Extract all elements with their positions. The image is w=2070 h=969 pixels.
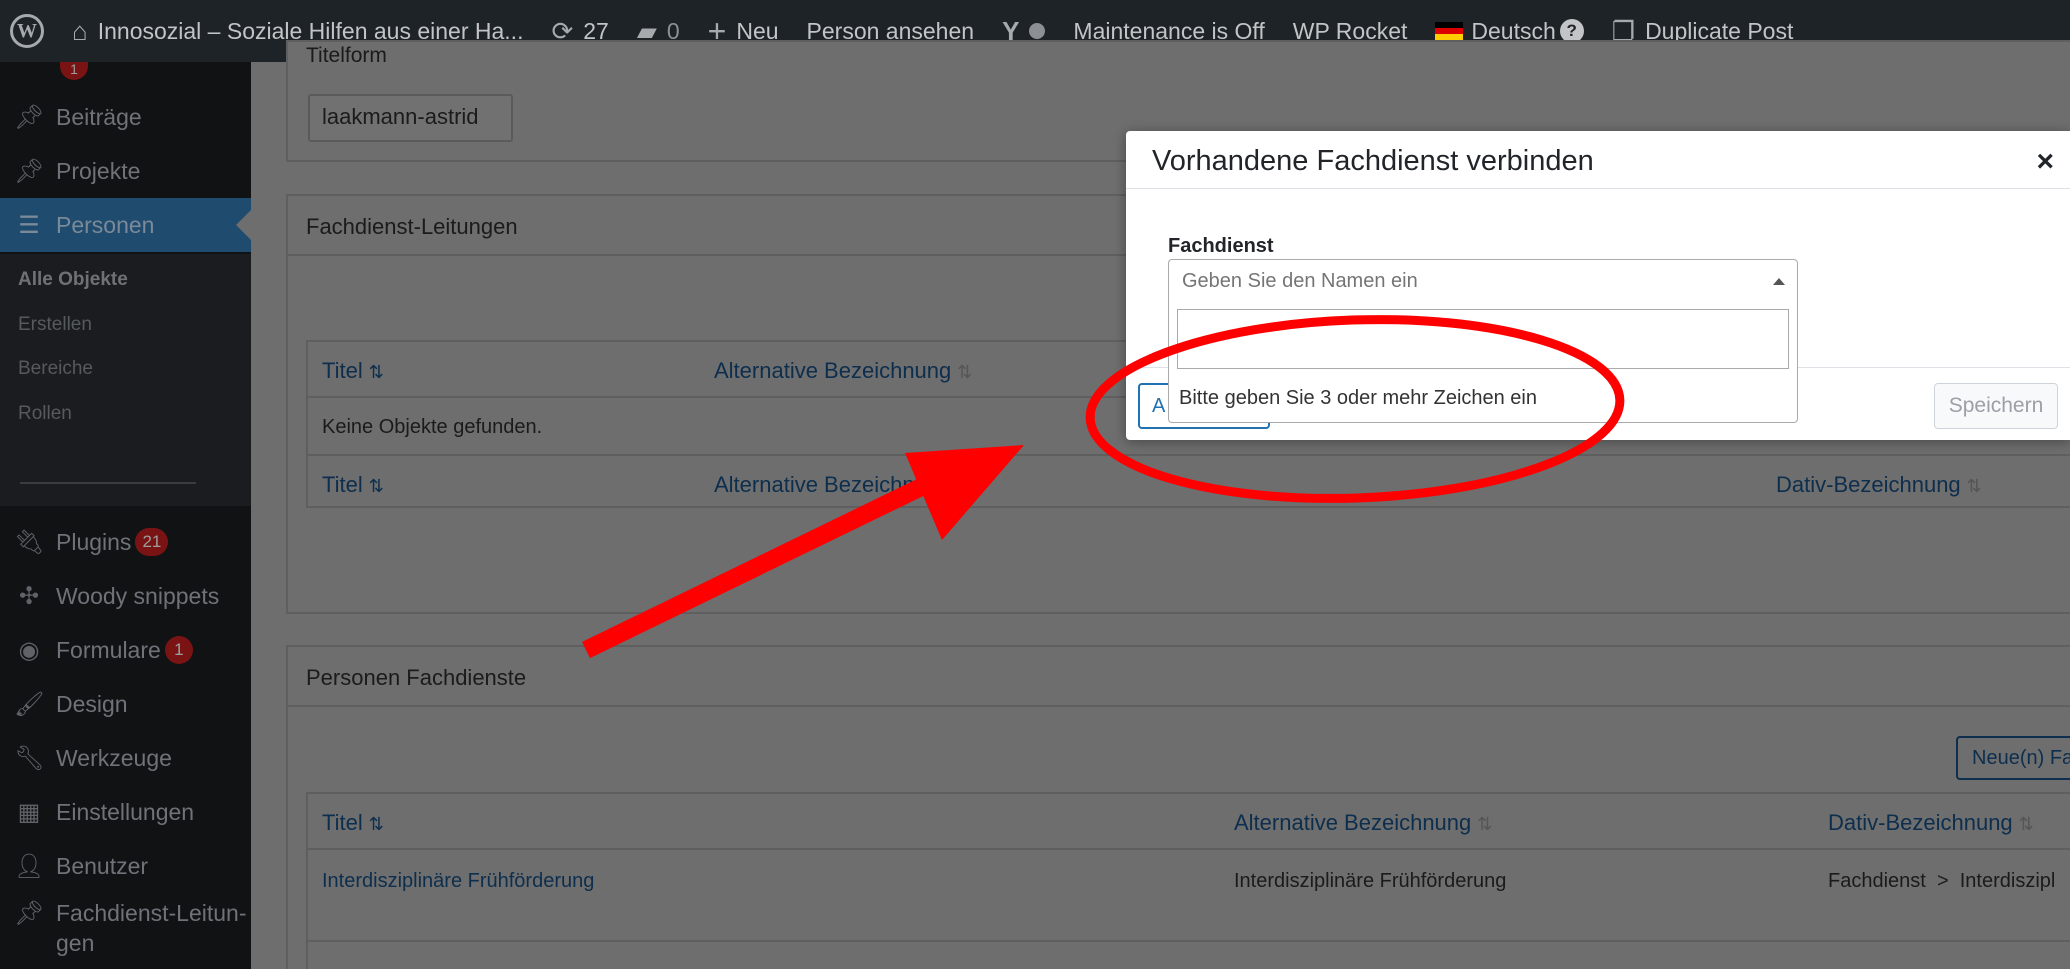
sidebar-item-label: Fachdienst-Leitun-: [56, 899, 247, 926]
select-placeholder: Geben Sie den Namen ein: [1182, 270, 1418, 292]
col-header-titel[interactable]: Titel ⇅: [322, 358, 384, 384]
col-footer-alternative[interactable]: Alternative Bezeichnung: [714, 472, 951, 498]
new-fachdienst-button[interactable]: Neue(n) Fa: [1956, 736, 2070, 780]
close-icon[interactable]: ×: [2036, 145, 2054, 179]
col-header-alternative[interactable]: Alternative Bezeichnung ⇅: [714, 358, 972, 384]
col-footer-titel[interactable]: Titel ⇅: [322, 472, 384, 498]
sort-icon: ⇅: [2018, 814, 2034, 834]
col-header-label: Titel: [322, 810, 363, 835]
fachdienst-label: Fachdienst: [1168, 235, 1274, 257]
col-header-label: Alternative Bezeichnung: [1234, 810, 1472, 835]
pin-icon: 📌︎: [14, 103, 45, 131]
seo-status-dot-icon: [1029, 23, 1046, 39]
snippet-icon: ✣: [18, 582, 40, 610]
sort-icon: ⇅: [957, 362, 973, 382]
sort-icon: ⇅: [1966, 476, 1982, 496]
sidebar-item-label: Personen: [56, 211, 155, 238]
pin-icon: 📌︎: [14, 899, 45, 927]
slug-input[interactable]: laakmann-astrid: [308, 94, 513, 142]
personen-fachdienste-panel: Personen Fachdienste Neue(n) Fa Titel ⇅ A…: [286, 645, 2070, 969]
section-title: Fachdienst-Leitungen: [306, 214, 518, 239]
sidebar-item-label: Design: [56, 690, 128, 717]
sidebar-item-werkzeuge[interactable]: 🔧︎ Werkzeuge: [0, 731, 251, 785]
submenu-bereiche[interactable]: Bereiche: [18, 358, 93, 380]
col-header-label: Titel: [322, 358, 363, 383]
row-divider: [308, 454, 2070, 456]
sidebar-item-einstellungen[interactable]: ▦ Einstellungen: [0, 785, 251, 839]
row-dativ: Fachdienst > Interdiszipl: [1828, 870, 2056, 892]
wp-logo-menu[interactable]: W: [0, 0, 58, 62]
plugins-update-badge: 21: [135, 528, 169, 556]
slug-panel-title: Titelform: [306, 44, 387, 67]
col-footer-label: Alternative Bezeichnung: [714, 472, 952, 497]
sort-icon: ⇅: [368, 362, 384, 382]
german-flag-icon: [1435, 22, 1464, 40]
list-icon: ☰: [18, 211, 40, 239]
form-icon: ◉: [18, 636, 40, 664]
brush-icon: 🖌︎: [14, 690, 45, 718]
user-icon: 👤︎: [14, 852, 45, 880]
col-footer-dativ[interactable]: Dativ-Bezeichnung ⇅: [1776, 472, 1982, 498]
personen-submenu: Alle Objekte Erstellen Bereiche Rollen: [0, 254, 251, 506]
row-divider: [308, 940, 2070, 942]
sidebar-item-fachdienst-leitungen-line2[interactable]: gen: [0, 928, 251, 958]
panel-divider: [288, 705, 2070, 707]
empty-message: Keine Objekte gefunden.: [322, 416, 543, 438]
sidebar-item-benutzer[interactable]: 👤︎ Benutzer: [0, 839, 251, 893]
col-header-dativ[interactable]: Dativ-Bezeichnung ⇅: [1828, 810, 2034, 836]
col-footer-label: Titel: [322, 472, 363, 497]
formulare-badge: 1: [164, 636, 193, 664]
sidebar-item-design[interactable]: 🖌︎ Design: [0, 677, 251, 731]
wordpress-logo-icon: W: [10, 14, 44, 48]
sidebar-item-label: Werkzeuge: [56, 744, 172, 771]
sidebar-item-label: Einstellungen: [56, 798, 195, 825]
sidebar-item-projekte[interactable]: 📌︎ Projekte: [0, 144, 251, 198]
col-header-alternative[interactable]: Alternative Bezeichnung ⇅: [1234, 810, 1492, 836]
modal-title: Vorhandene Fachdienst verbinden: [1152, 145, 1594, 177]
wrench-icon: 🔧︎: [14, 744, 45, 772]
row-title-link[interactable]: Interdisziplinäre Frühförderung: [322, 870, 594, 893]
submenu-alle-objekte[interactable]: Alle Objekte: [18, 269, 128, 291]
row-divider: [308, 848, 2070, 850]
sidebar-item-fachdienst-leitungen[interactable]: 📌︎ Fachdienst-Leitun-: [0, 896, 251, 930]
col-header-titel[interactable]: Titel ⇅: [322, 810, 384, 836]
search-input[interactable]: [1177, 309, 1789, 369]
sidebar-item-label: gen: [56, 929, 95, 956]
section-title: Personen Fachdienste: [306, 665, 527, 690]
sidebar-item-label: Benutzer: [56, 852, 149, 879]
personen-fachdienste-table: Titel ⇅ Alternative Bezeichnung ⇅ Dativ-Be…: [306, 792, 2070, 969]
sidebar-item-label: Plugins: [56, 528, 132, 555]
sidebar-item-beitraege[interactable]: 📌︎ Beiträge: [0, 90, 251, 144]
submenu-rollen[interactable]: Rollen: [18, 403, 72, 425]
save-button[interactable]: Speichern: [1934, 383, 2058, 429]
admin-sidebar: 1 📌︎ Beiträge 📌︎ Projekte ☰ Personen All…: [0, 62, 251, 969]
minimum-input-hint: Bitte geben Sie 3 oder mehr Zeichen ein: [1179, 387, 1537, 409]
col-header-label: Dativ-Bezeichnung: [1828, 810, 2013, 835]
settings-icon: ▦: [17, 798, 41, 826]
sort-icon: ⇅: [368, 814, 384, 834]
sidebar-item-formulare[interactable]: ◉ Formulare 1: [0, 623, 251, 677]
sort-icon: ⇅: [1477, 814, 1493, 834]
sidebar-item-label: Beiträge: [56, 103, 142, 130]
modal-header-divider: [1126, 188, 2070, 189]
sidebar-top-badge: 1: [60, 62, 88, 80]
sidebar-item-personen[interactable]: ☰ Personen: [0, 198, 251, 252]
sidebar-item-woody-snippets[interactable]: ✣ Woody snippets: [0, 569, 251, 623]
row-alt: Interdisziplinäre Frühförderung: [1234, 870, 1507, 892]
sidebar-item-label: Woody snippets: [56, 582, 220, 609]
fachdienst-select[interactable]: Geben Sie den Namen ein: [1168, 259, 1798, 304]
sidebar-item-plugins[interactable]: 🔌︎ Plugins 21: [0, 515, 251, 569]
sidebar-item-label: Formulare: [56, 636, 161, 663]
col-footer-label: Dativ-Bezeichnung: [1776, 472, 1961, 497]
col-header-label: Alternative Bezeichnung: [714, 358, 952, 383]
sidebar-separator: [20, 482, 196, 484]
fachdienst-dropdown: Bitte geben Sie 3 oder mehr Zeichen ein: [1168, 303, 1798, 423]
home-icon: ⌂: [72, 15, 88, 46]
sort-icon: ⇅: [368, 476, 384, 496]
sidebar-item-label: Projekte: [56, 157, 141, 184]
pin-icon: 📌︎: [14, 157, 45, 185]
submenu-erstellen[interactable]: Erstellen: [18, 314, 92, 336]
chevron-up-icon: [1773, 278, 1785, 285]
plug-icon: 🔌︎: [14, 528, 45, 556]
